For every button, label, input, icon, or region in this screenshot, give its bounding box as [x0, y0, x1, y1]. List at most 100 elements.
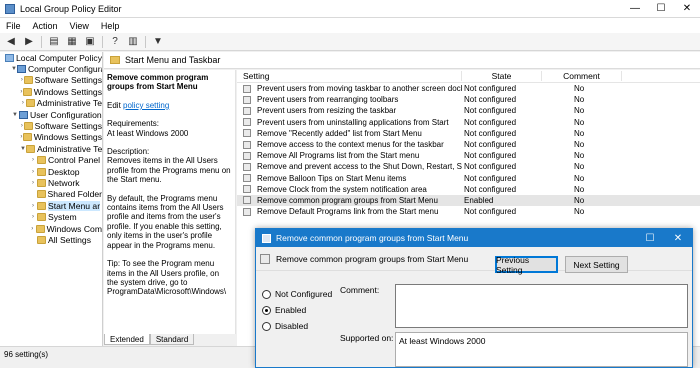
minimize-icon[interactable]: — — [622, 0, 648, 18]
expander-icon[interactable]: › — [29, 226, 36, 232]
setting-row[interactable]: Prevent users from moving taskbar to ano… — [237, 83, 700, 94]
filter-icon[interactable]: ▼ — [151, 35, 165, 49]
tree-item[interactable]: ▼ User Configuration — [0, 109, 102, 120]
radio-enabled[interactable]: Enabled — [262, 302, 332, 318]
tree-item[interactable]: › Desktop — [0, 166, 102, 177]
back-arrow-icon[interactable]: ◀ — [4, 35, 18, 49]
setting-row[interactable]: Remove Clock from the system notificatio… — [237, 184, 700, 195]
maximize-icon[interactable]: ☐ — [648, 0, 674, 18]
show-hide-tree-icon[interactable]: ▦ — [65, 35, 79, 49]
tree-item[interactable]: › System — [0, 211, 102, 222]
radio-disabled[interactable]: Disabled — [262, 318, 332, 334]
setting-cell: Prevent users from rearranging toolbars — [237, 95, 462, 104]
radio-enabled-dot[interactable] — [262, 305, 271, 315]
description: Description: Removes items in the All Us… — [107, 147, 232, 185]
toolbar-separator — [145, 35, 146, 48]
column-state[interactable]: State — [462, 71, 542, 81]
menu-action[interactable]: Action — [27, 21, 64, 31]
tree-item[interactable]: › Network — [0, 177, 102, 188]
comment-label: Comment: — [340, 285, 380, 295]
folder-icon — [25, 99, 35, 108]
tab-standard[interactable]: Standard — [149, 334, 195, 345]
computer-icon — [16, 65, 26, 74]
radio-not-configured[interactable]: Not Configured — [262, 286, 332, 302]
comment-textarea[interactable] — [395, 284, 688, 328]
policy-title: Remove common program groups from Start … — [107, 73, 209, 92]
comment-cell: No — [574, 195, 585, 205]
menu-help[interactable]: Help — [95, 21, 126, 31]
setting-row[interactable]: Remove common program groups from Start … — [237, 194, 700, 207]
radio-not-configured-dot[interactable] — [262, 289, 271, 299]
expander-icon[interactable]: › — [29, 157, 37, 163]
expander-icon[interactable]: ▼ — [11, 112, 19, 118]
requirements-label: Requirements: — [107, 119, 160, 129]
export-list-icon[interactable]: ▣ — [83, 35, 97, 49]
folder-icon — [37, 235, 46, 244]
description-text: Removes items in the All Users profile f… — [107, 156, 231, 185]
next-setting-button[interactable]: Next Setting — [565, 256, 628, 273]
tree-item-label: Administrative Te — [36, 143, 103, 154]
setting-row[interactable]: Remove and prevent access to the Shut Do… — [237, 161, 700, 172]
tree-item[interactable]: › Software Settings — [0, 120, 102, 131]
setting-row[interactable]: Remove All Programs list from the Start … — [237, 150, 700, 161]
help-icon[interactable]: ? — [108, 35, 122, 49]
menu-file[interactable]: File — [0, 21, 27, 31]
setting-row[interactable]: Remove "Recently added" list from Start … — [237, 128, 700, 139]
column-comment[interactable]: Comment — [542, 71, 622, 81]
expander-icon[interactable]: › — [29, 214, 37, 220]
tree-item[interactable]: ▼ Administrative Te — [0, 143, 102, 154]
section-header: Start Menu and Taskbar — [104, 52, 700, 69]
tree-item[interactable]: › Control Panel — [0, 155, 102, 166]
close-icon[interactable]: ✕ — [674, 0, 700, 18]
menu-view[interactable]: View — [64, 21, 95, 31]
tree-item[interactable]: › Administrative Te — [0, 98, 102, 109]
setting-row[interactable]: Remove access to the context menus for t… — [237, 139, 700, 150]
state-cell: Not configured — [464, 162, 517, 172]
tree-item[interactable]: › Software Settings — [0, 75, 102, 86]
tree-item[interactable]: Shared Folder — [0, 189, 102, 200]
description-pane: Remove common program groups from Start … — [104, 70, 236, 334]
setting-row[interactable]: Remove Balloon Tips on Start Menu items N… — [237, 173, 700, 184]
radio-disabled-dot[interactable] — [262, 321, 271, 331]
expander-icon[interactable]: › — [29, 169, 37, 175]
tree-item[interactable]: › Windows Settings — [0, 86, 102, 97]
edit-prefix: Edit — [107, 100, 121, 110]
tree-item[interactable]: › Windows Com — [0, 223, 102, 234]
tree-item[interactable]: ▼ Computer Configura — [0, 63, 102, 74]
folder-icon — [110, 56, 120, 64]
policy-setting-icon — [243, 129, 251, 138]
policy-setting-link[interactable]: policy setting — [123, 101, 169, 110]
tree-item[interactable]: › Start Menu ar — [0, 200, 102, 211]
tree-item[interactable]: Local Computer Policy — [0, 52, 102, 63]
dialog-maximize-icon[interactable]: ☐ — [636, 233, 664, 244]
setting-cell: Remove Default Programs link from the St… — [237, 207, 462, 216]
comment-cell: No — [574, 162, 585, 172]
tree-item-label: User Configuration — [30, 109, 102, 120]
column-setting[interactable]: Setting — [237, 71, 462, 81]
state-cell: Not configured — [464, 151, 517, 161]
previous-setting-button[interactable]: Previous Setting — [495, 255, 558, 275]
description-paragraph-2: By default, the Programs menu contains i… — [107, 193, 224, 250]
state-cell: Not configured — [464, 173, 517, 183]
setting-row[interactable]: Prevent users from resizing the taskbar N… — [237, 105, 700, 116]
toolbar-separator — [41, 35, 42, 48]
edit-line: Edit policy setting — [107, 101, 232, 110]
forward-arrow-icon[interactable]: ▶ — [22, 35, 36, 49]
tree-item-label: Windows Com — [46, 223, 102, 234]
setting-row[interactable]: Prevent users from uninstalling applicat… — [237, 117, 700, 128]
requirements: Requirements: At least Windows 2000 — [107, 119, 232, 138]
setting-row[interactable]: Remove Default Programs link from the St… — [237, 206, 700, 217]
tree-item[interactable]: All Settings — [0, 234, 102, 245]
expander-icon[interactable]: › — [29, 180, 37, 186]
properties-icon[interactable]: ▥ — [126, 35, 140, 49]
up-folder-icon[interactable]: ▤ — [47, 35, 61, 49]
tab-extended[interactable]: Extended — [104, 334, 150, 345]
tree-item[interactable]: › Windows Settings — [0, 132, 102, 143]
expander-icon[interactable]: › — [20, 100, 26, 106]
tree-item-label: Administrative Te — [36, 98, 102, 109]
dialog-close-icon[interactable]: ✕ — [664, 233, 692, 244]
setting-row[interactable]: Prevent users from rearranging toolbars N… — [237, 94, 700, 105]
expander-icon[interactable]: › — [29, 203, 37, 209]
setting-name: Remove access to the context menus for t… — [257, 140, 444, 150]
folder-icon — [37, 178, 46, 187]
